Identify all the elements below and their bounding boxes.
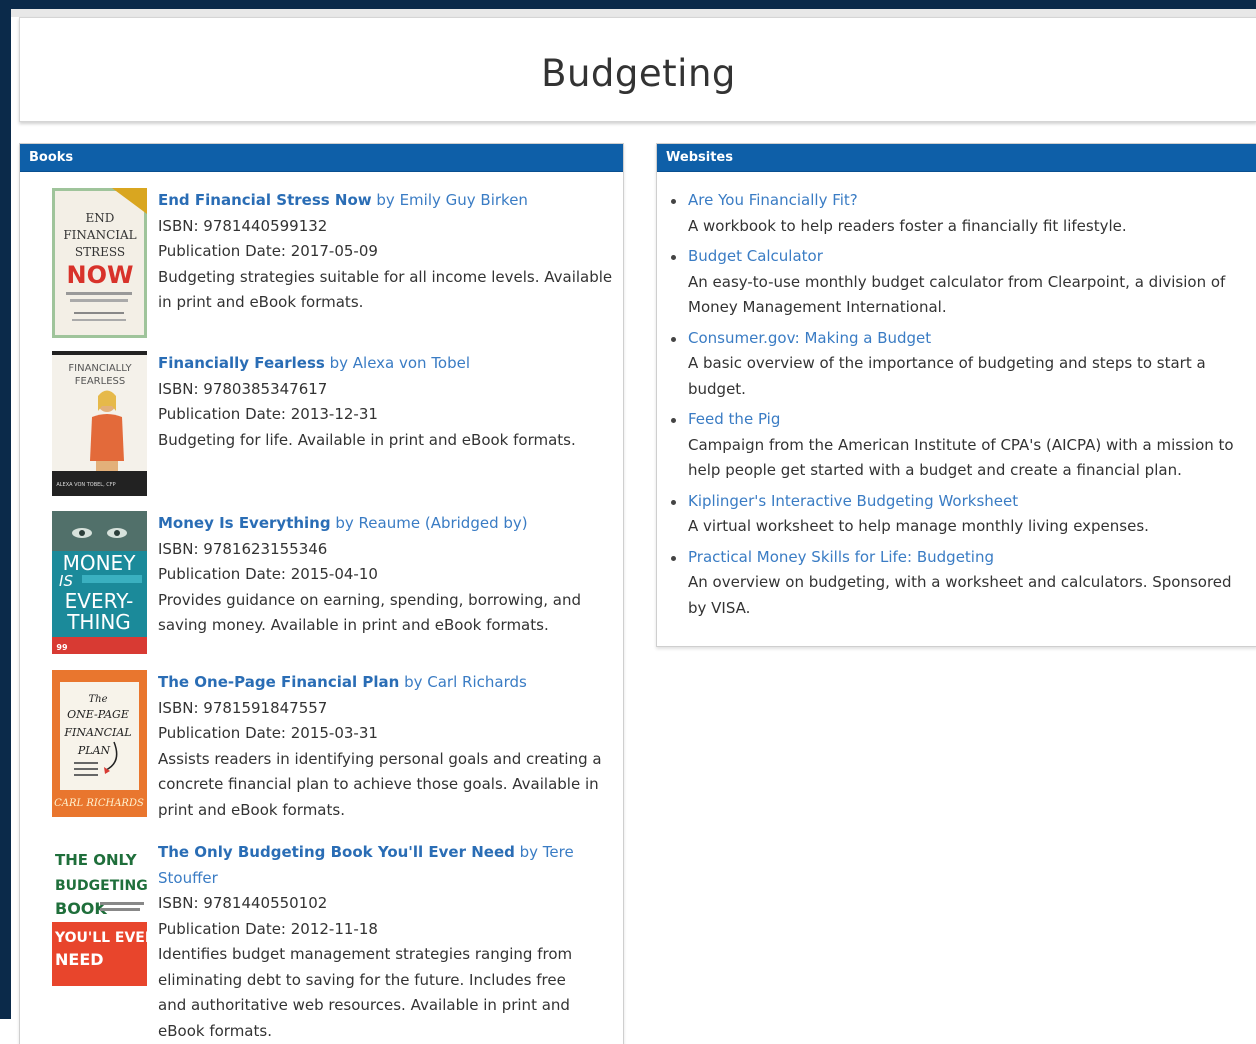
book-description: Assists readers in identifying personal … xyxy=(158,749,602,819)
book-description: Budgeting strategies suitable for all in… xyxy=(158,267,613,312)
window-top-border xyxy=(0,0,1256,9)
books-panel: Books END FINANCIAL STRESS NOW End Finan… xyxy=(19,143,624,1044)
book-info: The One-Page Financial Plan by Carl Rich… xyxy=(158,670,618,823)
cover-text-2: FEARLESS xyxy=(75,376,125,387)
book-description: Budgeting for life. Available in print a… xyxy=(158,430,576,449)
cover-text-4: THING xyxy=(66,610,131,634)
website-description: An easy-to-use monthly budget calculator… xyxy=(688,272,1226,317)
book-publication-date: Publication Date: 2015-04-10 xyxy=(158,565,378,583)
book-isbn: ISBN: 9781440599132 xyxy=(158,216,328,235)
book-publication-date: Publication Date: 2015-03-31 xyxy=(158,724,378,742)
websites-panel-heading: Websites xyxy=(657,144,1256,172)
website-link[interactable]: Practical Money Skills for Life: Budgeti… xyxy=(688,548,994,566)
book-isbn: ISBN: 9780385347617 xyxy=(158,379,328,398)
book-publication-date: Publication Date: 2017-05-09 xyxy=(158,242,378,260)
website-link[interactable]: Budget Calculator xyxy=(688,247,823,265)
book-title-link[interactable]: Money Is Everything xyxy=(158,514,331,532)
cover-text-1: END xyxy=(86,211,115,225)
website-list-item: Practical Money Skills for Life: Budgeti… xyxy=(669,545,1254,622)
cover-text-5: 99 xyxy=(56,643,68,652)
book-title-link[interactable]: The One-Page Financial Plan xyxy=(158,673,399,691)
website-link[interactable]: Consumer.gov: Making a Budget xyxy=(688,329,931,347)
websites-list: Are You Financially Fit? A workbook to h… xyxy=(669,188,1254,626)
cover-text-3: BOOK xyxy=(55,899,107,918)
cover-text-3: ALEXA VON TOBEL, CFP xyxy=(56,482,115,488)
book-author-link[interactable]: by Carl Richards xyxy=(404,673,527,691)
book-description: Provides guidance on earning, spending, … xyxy=(158,590,582,635)
top-accent-strip xyxy=(11,9,1256,17)
cover-text-3: STRESS xyxy=(75,245,125,259)
cover-text-1: FINANCIALLY xyxy=(68,363,132,374)
cover-text-5: NEED xyxy=(55,950,104,969)
book-isbn: ISBN: 9781623155346 xyxy=(158,539,328,558)
book-isbn: ISBN: 9781591847557 xyxy=(158,698,328,717)
book-info: Financially Fearless by Alexa von Tobel … xyxy=(158,351,618,453)
book-cover-image[interactable]: FINANCIALLY FEARLESS ALEXA VON TOBEL, CF… xyxy=(52,351,147,496)
book-item: THE ONLY BUDGETING BOOK YOU'LL EVER NEED… xyxy=(52,840,612,1040)
cover-text-2: IS xyxy=(59,572,73,590)
cover-text-1: The xyxy=(88,694,107,705)
website-list-item: Are You Financially Fit? A workbook to h… xyxy=(669,188,1254,239)
book-cover-image[interactable]: The ONE-PAGE FINANCIAL PLAN CARL RICHARD… xyxy=(52,670,147,817)
website-link[interactable]: Are You Financially Fit? xyxy=(688,191,858,209)
website-description: A workbook to help readers foster a fina… xyxy=(688,216,1127,235)
website-description: Campaign from the American Institute of … xyxy=(688,435,1234,480)
book-title-link[interactable]: End Financial Stress Now xyxy=(158,191,372,209)
website-list-item: Feed the Pig Campaign from the American … xyxy=(669,407,1254,484)
website-link[interactable]: Kiplinger's Interactive Budgeting Worksh… xyxy=(688,492,1018,510)
cover-text-4: NOW xyxy=(67,261,134,289)
book-cover-image[interactable]: END FINANCIAL STRESS NOW xyxy=(52,188,147,338)
book-title-link[interactable]: Financially Fearless xyxy=(158,354,325,372)
book-publication-date: Publication Date: 2012-11-18 xyxy=(158,919,378,938)
book-info: The Only Budgeting Book You'll Ever Need… xyxy=(158,840,598,1044)
book-info: End Financial Stress Now by Emily Guy Bi… xyxy=(158,188,618,316)
cover-text-2: ONE-PAGE xyxy=(67,708,129,721)
book-author-link[interactable]: by Emily Guy Birken xyxy=(376,191,528,209)
book-cover-image[interactable]: MONEY IS EVERY- THING 99 xyxy=(52,511,147,654)
window-left-border xyxy=(0,0,11,1019)
cover-text-4: YOU'LL EVER xyxy=(54,930,147,946)
website-link[interactable]: Feed the Pig xyxy=(688,410,780,428)
website-description: An overview on budgeting, with a workshe… xyxy=(688,573,1232,617)
cover-text-2: BUDGETING xyxy=(55,878,147,894)
websites-panel: Websites Are You Financially Fit? A work… xyxy=(656,143,1256,647)
website-list-item: Kiplinger's Interactive Budgeting Worksh… xyxy=(669,489,1254,540)
book-isbn: ISBN: 9781440550102 xyxy=(158,894,328,912)
cover-text-3: FINANCIAL xyxy=(63,726,131,739)
website-list-item: Budget Calculator An easy-to-use monthly… xyxy=(669,244,1254,321)
website-description: A virtual worksheet to help manage month… xyxy=(688,517,1149,535)
cover-text-2: FINANCIAL xyxy=(63,228,136,242)
website-list-item: Consumer.gov: Making a Budget A basic ov… xyxy=(669,326,1254,403)
page-title: Budgeting xyxy=(541,52,736,95)
book-info: Money Is Everything by Reaume (Abridged … xyxy=(158,511,618,639)
cover-text-4: PLAN xyxy=(77,744,111,757)
cover-text-5: CARL RICHARDS xyxy=(54,798,144,809)
books-panel-heading: Books xyxy=(20,144,623,172)
book-publication-date: Publication Date: 2013-12-31 xyxy=(158,405,378,423)
cover-text-1: MONEY xyxy=(63,551,137,575)
website-description: A basic overview of the importance of bu… xyxy=(688,354,1206,398)
book-cover-image[interactable]: THE ONLY BUDGETING BOOK YOU'LL EVER NEED xyxy=(52,840,147,986)
book-author-link[interactable]: by Reaume (Abridged by) xyxy=(335,514,527,532)
page-header: Budgeting xyxy=(19,17,1256,122)
book-title-link[interactable]: The Only Budgeting Book You'll Ever Need xyxy=(158,843,515,861)
cover-text-1: THE ONLY xyxy=(55,851,138,869)
book-author-link[interactable]: by Alexa von Tobel xyxy=(330,354,470,372)
book-description: Identifies budget management strategies … xyxy=(158,945,573,1040)
